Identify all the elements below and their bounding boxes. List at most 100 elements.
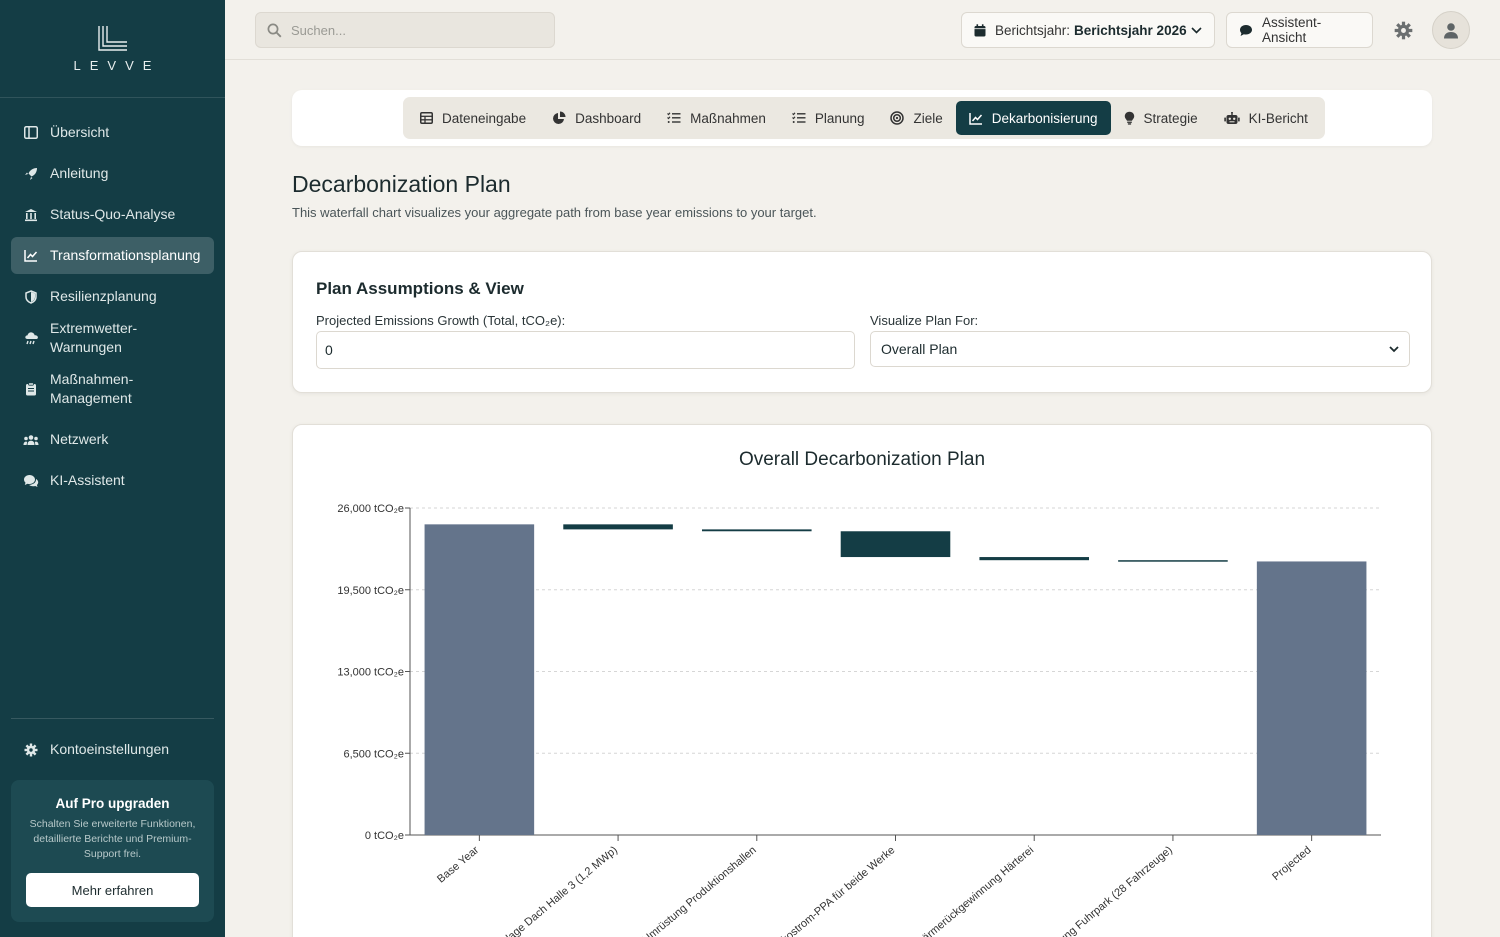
gear-icon [1394,21,1412,39]
shield-icon [23,289,39,305]
tabs-card: Dateneingabe Dashboard Maßnahmen Planung… [292,90,1432,146]
visualize-plan-select[interactable]: Overall Plan [870,331,1410,367]
tab-planung[interactable]: Planung [779,101,878,135]
layout-icon [23,125,39,141]
tab-ki-bericht[interactable]: KI-Bericht [1211,101,1321,135]
chevron-down-icon [1191,26,1202,34]
emissions-growth-input[interactable] [316,331,855,369]
chevron-down-icon [1389,345,1399,353]
settings-button[interactable] [1391,18,1415,42]
pie-chart-icon [552,111,566,125]
sidebar-item-transformationsplanung[interactable]: Transformationsplanung [11,237,214,274]
sidebar-item-label: KI-Assistent [50,472,125,488]
sidebar-item-anleitung[interactable]: Anleitung [11,155,214,192]
chart-line-icon [23,248,39,264]
tab-massnahmen[interactable]: Maßnahmen [654,101,779,135]
calendar-icon [974,23,986,37]
promo-text: Schalten Sie erweiterte Funktionen, deta… [29,818,196,860]
assistant-view-button[interactable]: Assistent-Ansicht [1226,12,1373,48]
table-icon [420,112,433,124]
reduction-bar [840,531,951,558]
users-icon [23,432,39,448]
sidebar-item-label: Kontoeinstellungen [50,741,170,757]
page-title: Decarbonization Plan [292,171,511,197]
user-avatar-button[interactable] [1432,11,1470,49]
page-subtitle: This waterfall chart visualizes your agg… [292,205,817,220]
tab-ziele[interactable]: Ziele [877,101,955,135]
tab-label: Ziele [913,110,943,126]
plan-assumptions-card: Plan Assumptions & View Projected Emissi… [292,251,1432,393]
sidebar-item-massnahmen-management[interactable]: Maßnahmen-Management [11,361,214,417]
top-header: Berichtsjahr: Berichtsjahr 2026 Assisten… [225,0,1500,60]
tab-label: Planung [814,110,865,126]
tab-dashboard[interactable]: Dashboard [539,101,654,135]
sidebar: LEVVE Übersicht Anleitung Status-Quo-Ana… [0,0,225,937]
sidebar-item-label: Resilienzplanung [50,288,157,304]
y-tick-label: 19,500 tCO₂e [337,585,404,597]
sidebar-item-label: Transformationsplanung [50,247,201,263]
sidebar-item-uebersicht[interactable]: Übersicht [11,114,214,151]
reduction-bar [563,524,673,530]
x-tick-label: Base Year [435,844,481,886]
tab-strategie[interactable]: Strategie [1111,101,1211,135]
tab-label: Dateneingabe [442,110,527,126]
list-check-icon [791,112,806,124]
total-bar [424,524,535,835]
reporting-year-value: Berichtsjahr 2026 [1074,22,1187,38]
reduction-bar [701,529,812,532]
comments-icon [23,473,39,489]
sidebar-divider [11,718,214,719]
sidebar-nav: Übersicht Anleitung Status-Quo-Analyse T… [0,98,225,499]
rocket-icon [23,166,39,182]
reporting-year-label: Berichtsjahr: [995,22,1071,38]
upgrade-promo: Auf Pro upgraden Schalten Sie erweiterte… [11,780,214,922]
logo[interactable]: LEVVE [0,0,225,98]
robot-icon [1223,111,1240,125]
sidebar-item-ki-assistent[interactable]: KI-Assistent [11,462,214,499]
assistant-view-label: Assistent-Ansicht [1262,15,1322,45]
tab-dekarbonisierung[interactable]: Dekarbonisierung [955,101,1111,135]
tab-label: Maßnahmen [690,110,766,126]
x-tick-label: Abwärmerückgewinnung Härterei [904,844,1036,937]
list-check-icon [667,112,681,124]
sidebar-item-resilienzplanung[interactable]: Resilienzplanung [11,278,214,315]
sidebar-item-label: Übersicht [50,124,110,140]
x-tick-label: PV-Anlage Dach Halle 3 (1,2 MWp) [480,844,620,937]
tab-bar: Dateneingabe Dashboard Maßnahmen Planung… [403,97,1325,139]
waterfall-chart: 0 tCO₂e 6,500 tCO₂e 13,000 tCO₂e 19,500 tCO… [337,503,1381,937]
bank-icon [23,207,39,223]
tab-label: KI-Bericht [1248,110,1308,126]
sidebar-item-label: Anleitung [50,165,109,181]
logo-mark-icon [97,26,127,51]
sidebar-item-label: Extremwetter-Warnungen [50,320,138,355]
tab-label: Strategie [1143,110,1198,126]
target-icon [890,111,905,125]
sidebar-item-extremwetter[interactable]: Extremwetter-Warnungen [11,319,214,357]
tab-dateneingabe[interactable]: Dateneingabe [407,101,539,135]
x-tick-label: LED-Umrüstung Produktionshallen [621,844,758,937]
sidebar-item-kontoeinstellungen[interactable]: Kontoeinstellungen [11,731,214,768]
search-icon [267,23,282,38]
clipboard-icon [23,381,39,397]
cloud-rain-icon [23,330,39,346]
y-tick-label: 13,000 tCO₂e [337,667,404,679]
sidebar-item-label: Maßnahmen-Management [50,371,134,406]
x-tick-label: Elektrifizierung Fuhrpark (28 Fahrzeuge) [1016,844,1175,937]
total-bar [1256,561,1367,835]
reporting-year-select[interactable]: Berichtsjahr: Berichtsjahr 2026 [961,12,1215,48]
reduction-bar [979,557,1090,561]
search-input[interactable] [291,22,531,38]
x-tick-label: Projected [1270,844,1313,883]
search-box[interactable] [255,12,555,48]
sidebar-item-netzwerk[interactable]: Netzwerk [11,421,214,458]
gear-icon [23,742,39,758]
tab-label: Dashboard [575,110,642,126]
plan-assumptions-title: Plan Assumptions & View [316,279,524,298]
sidebar-item-status-quo[interactable]: Status-Quo-Analyse [11,196,214,233]
learn-more-button[interactable]: Mehr erfahren [26,873,199,907]
lightbulb-icon [1124,111,1135,125]
comment-icon [1239,24,1253,37]
promo-title: Auf Pro upgraden [55,796,170,811]
visualize-plan-value: Overall Plan [881,341,958,357]
chart-line-icon [968,112,983,125]
